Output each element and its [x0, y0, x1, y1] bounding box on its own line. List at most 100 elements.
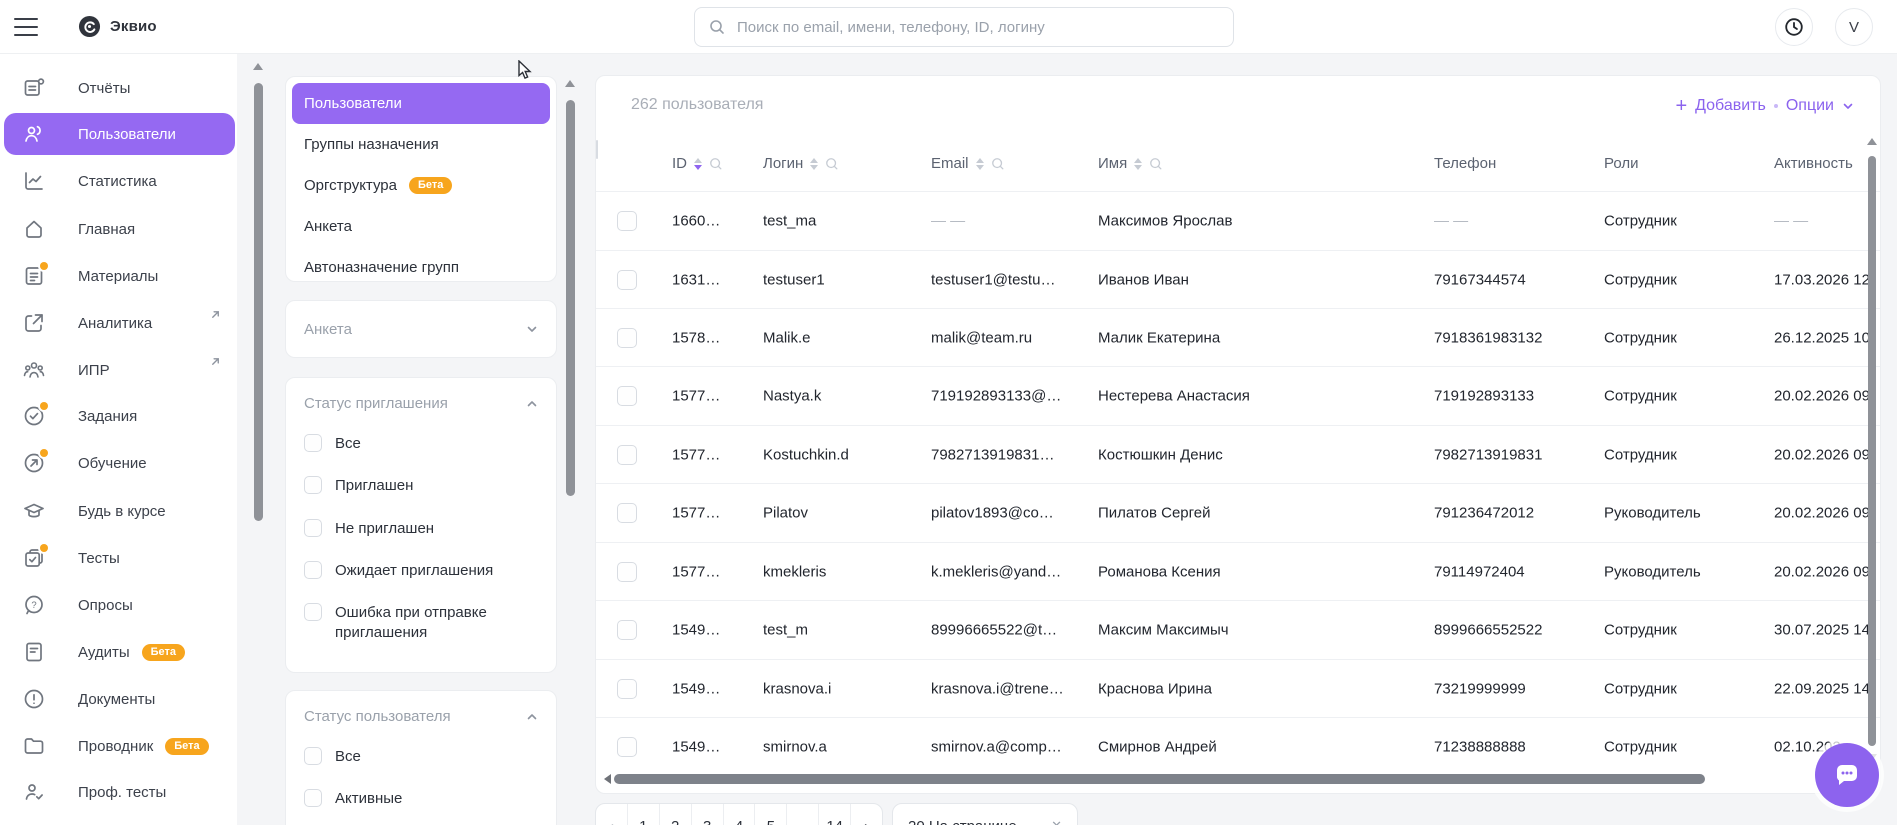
sidebar-item-tests[interactable]: Тесты [4, 537, 235, 579]
hscroll-left-arrow[interactable] [604, 774, 611, 784]
history-button[interactable] [1775, 8, 1813, 46]
sidebar-item-tasks[interactable]: Задания [4, 395, 235, 437]
column-header-phone: Телефон [1434, 155, 1496, 172]
page-button[interactable]: 2 [659, 804, 691, 825]
tab-assignment-groups[interactable]: Группы назначения [292, 124, 550, 165]
row-checkbox[interactable] [617, 503, 637, 523]
page-prev-button[interactable]: ‹ [596, 804, 627, 825]
checkbox-all[interactable] [304, 434, 322, 452]
cell-phone: 79167344574 [1434, 272, 1526, 289]
column-search-icon[interactable] [709, 157, 723, 171]
table-row[interactable]: 1660… test_ma — — Максимов Ярослав — — С… [596, 191, 1881, 250]
checkbox-invited[interactable] [304, 476, 322, 494]
checkbox-awaiting-invite[interactable] [304, 561, 322, 579]
sort-icon[interactable] [1134, 158, 1142, 170]
clear-icon[interactable]: ✕ [1051, 818, 1062, 825]
filter-option-label: Все [335, 747, 361, 767]
table-row[interactable]: 1577… kmekleris k.mekleris@yand… Романов… [596, 542, 1881, 601]
table-scrollbar[interactable] [1868, 156, 1876, 746]
filter-invite-status-header[interactable]: Статус приглашения [304, 395, 538, 412]
tab-users[interactable]: Пользователи [292, 83, 550, 124]
column-search-icon[interactable] [991, 157, 1005, 171]
sort-icon[interactable] [694, 158, 702, 170]
sidebar-item-documents[interactable]: Документы [4, 678, 235, 720]
table-row[interactable]: 1577… Kostuchkin.d 7982713919831… Костюш… [596, 425, 1881, 484]
table-row[interactable]: 1577… Nastya.k 719192893133@… Нестерева … [596, 366, 1881, 425]
tab-orgstructure[interactable]: ОргструктураБета [292, 165, 550, 206]
checkbox-not-invited[interactable] [304, 519, 322, 537]
sort-icon[interactable] [810, 158, 818, 170]
table-row[interactable]: 1549… krasnova.i krasnova.i@trene… Красн… [596, 659, 1881, 718]
sidebar-item-statistics[interactable]: Статистика [4, 160, 235, 202]
per-page-select[interactable]: 20 На странице ✕ [892, 803, 1078, 825]
notification-dot [40, 402, 48, 410]
table-row[interactable]: 1549… test_m 89996665522@t… Максим Макси… [596, 600, 1881, 659]
row-checkbox[interactable] [617, 270, 637, 290]
column-search-icon[interactable] [1149, 157, 1163, 171]
row-checkbox[interactable] [617, 737, 637, 757]
checkbox-invite-error[interactable] [304, 603, 322, 621]
table-row[interactable]: 1577… Pilatov pilatov1893@co… Пилатов Се… [596, 483, 1881, 542]
sidebar-item-ipr[interactable]: ИПР [4, 349, 235, 391]
scrollbar-up-arrow[interactable] [565, 80, 575, 87]
cell-activity: 20.02.2026 09 [1774, 564, 1874, 581]
users-table-card: 262 пользователя + Добавить Опции ID Лог… [595, 75, 1881, 794]
scrollbar-up-arrow[interactable] [253, 63, 263, 70]
page-button[interactable]: 3 [691, 804, 723, 825]
sidebar-item-learning[interactable]: Обучение [4, 442, 235, 484]
row-checkbox[interactable] [617, 328, 637, 348]
table-row[interactable]: 1578… Malik.e malik@team.ru Малик Екатер… [596, 308, 1881, 367]
sort-icon[interactable] [976, 158, 984, 170]
horizontal-scrollbar[interactable] [614, 774, 1705, 784]
cell-phone: 7982713919831 [1434, 447, 1542, 464]
sidebar-scrollbar[interactable] [254, 83, 263, 521]
user-avatar[interactable]: V [1835, 8, 1873, 46]
column-search-icon[interactable] [825, 157, 839, 171]
cell-activity: 22.09.2025 14 [1774, 681, 1874, 698]
page-button[interactable]: 4 [723, 804, 755, 825]
cell-role: Сотрудник [1604, 213, 1677, 230]
row-checkbox[interactable] [617, 445, 637, 465]
column-header-email: Email [931, 155, 969, 172]
sidebar-item-materials[interactable]: Материалы [4, 255, 235, 297]
page-button[interactable]: 1 [627, 804, 659, 825]
row-checkbox[interactable] [617, 211, 637, 231]
checkbox-all-users[interactable] [304, 747, 322, 765]
row-checkbox[interactable] [617, 620, 637, 640]
cell-email: krasnova.i@trene… [931, 681, 1064, 698]
checkbox-active-users[interactable] [304, 789, 322, 807]
filters-scrollbar[interactable] [566, 100, 575, 496]
row-checkbox[interactable] [617, 679, 637, 699]
chat-fab[interactable] [1815, 743, 1879, 807]
sidebar-item-news[interactable]: Будь в курсе [4, 490, 235, 532]
add-button[interactable]: Добавить [1695, 97, 1766, 115]
menu-icon[interactable] [14, 17, 40, 37]
table-row[interactable]: 1631… testuser1 testuser1@testu… Иванов … [596, 250, 1881, 309]
column-header-login: Логин [763, 155, 803, 172]
select-all-checkbox[interactable] [596, 140, 598, 159]
sidebar-item-explorer[interactable]: Проводник Бета [4, 725, 235, 767]
row-checkbox[interactable] [617, 386, 637, 406]
filter-user-status-header[interactable]: Статус пользователя [304, 708, 538, 725]
sidebar-item-reports[interactable]: Отчёты [4, 67, 235, 109]
page-button[interactable]: 5 [754, 804, 786, 825]
tab-anketa[interactable]: Анкета [292, 206, 550, 247]
sidebar-item-prof-tests[interactable]: Проф. тесты [4, 771, 235, 813]
cell-name: Краснова Ирина [1098, 681, 1212, 698]
sidebar-item-surveys[interactable]: ? Опросы [4, 584, 235, 626]
search-input[interactable] [735, 18, 1219, 37]
row-checkbox[interactable] [617, 562, 637, 582]
page-next-button[interactable]: › [850, 804, 882, 825]
brand[interactable]: Эквио [78, 15, 157, 38]
table-scrollbar-up-arrow[interactable] [1867, 138, 1877, 145]
sidebar-item-home[interactable]: Главная [4, 208, 235, 250]
options-button[interactable]: Опции [1786, 97, 1834, 115]
cell-name: Максим Максимыч [1098, 622, 1229, 639]
tab-group-autoassign[interactable]: Автоназначение групп [292, 247, 550, 288]
sidebar-item-users[interactable]: Пользователи [4, 113, 235, 155]
sidebar-item-analytics[interactable]: Аналитика [4, 302, 235, 344]
anketa-dropdown[interactable]: Анкета [285, 300, 557, 358]
table-row[interactable]: 1549… smirnov.a smirnov.a@comp… Смирнов … [596, 717, 1881, 776]
sidebar-item-audits[interactable]: Аудиты Бета [4, 631, 235, 673]
page-button[interactable]: 14 [818, 804, 850, 825]
